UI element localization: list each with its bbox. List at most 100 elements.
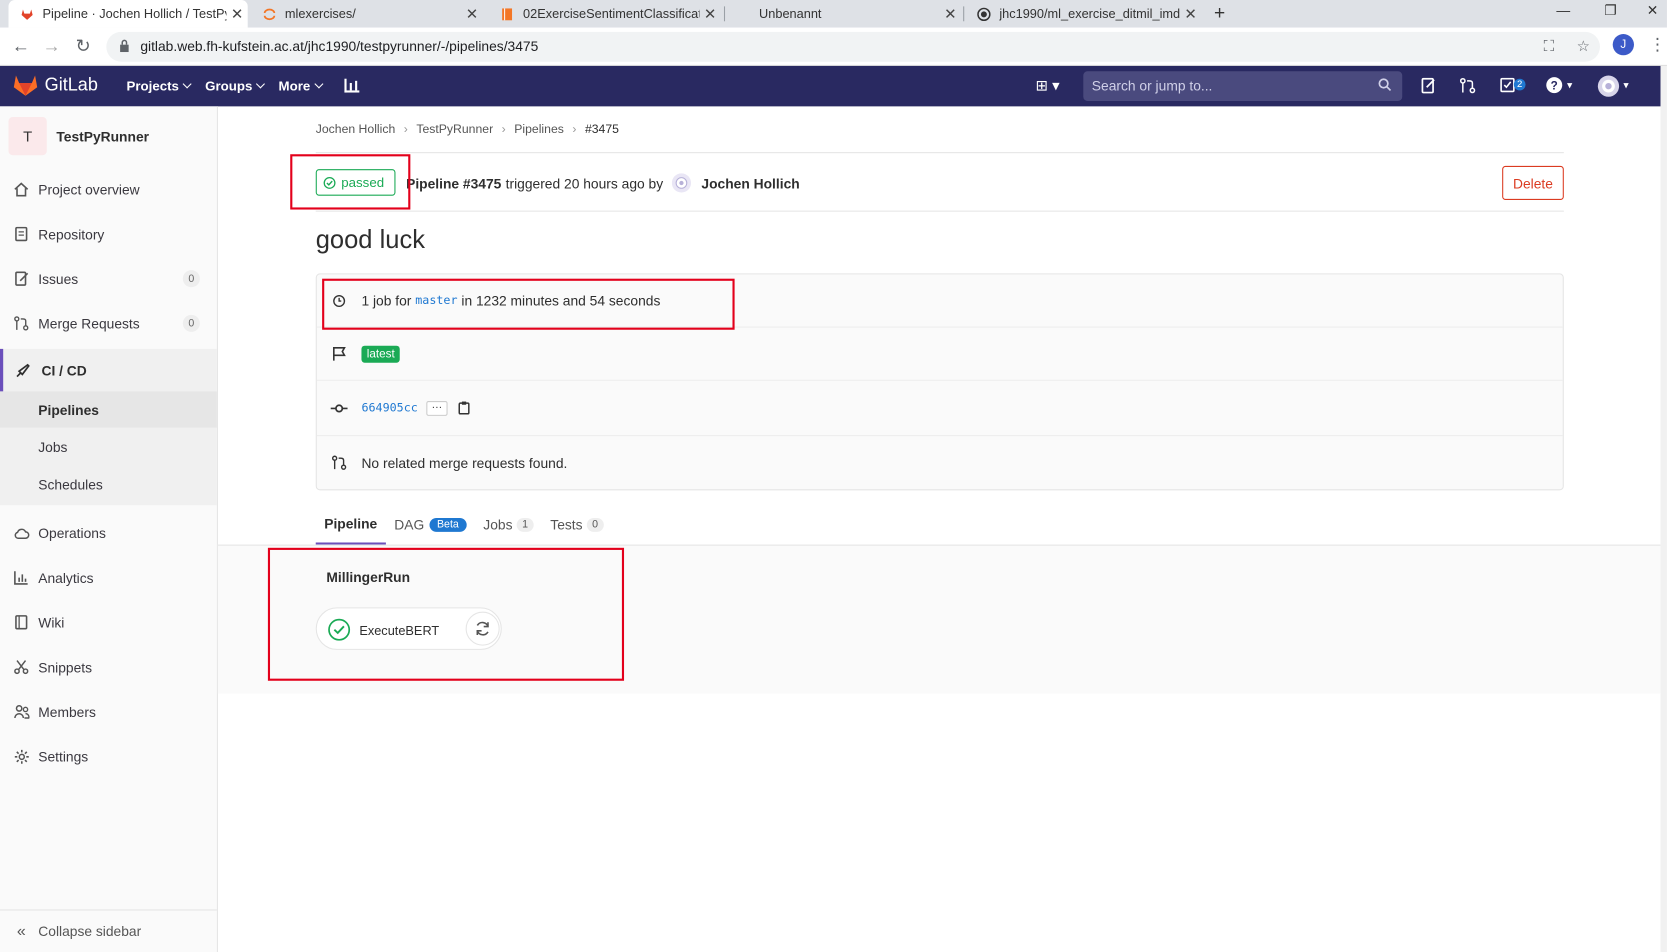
- reload-icon[interactable]: ↻: [75, 36, 90, 57]
- browser-tab-notebook[interactable]: 02ExerciseSentimentClassificatio ✕: [489, 0, 721, 28]
- forward-icon[interactable]: →: [43, 36, 61, 57]
- flag-icon: [317, 346, 362, 361]
- page-scrollbar[interactable]: [1660, 65, 1667, 952]
- sidebar-item-snippets[interactable]: Snippets: [0, 648, 217, 686]
- help-icon[interactable]: ?: [1546, 77, 1563, 94]
- todo-icon[interactable]: [1500, 77, 1515, 93]
- breadcrumb-user[interactable]: Jochen Hollich: [316, 123, 396, 136]
- collapse-sidebar-button[interactable]: « Collapse sidebar: [0, 909, 217, 952]
- window-close-icon[interactable]: ✕: [1647, 2, 1659, 19]
- ellipsis-button[interactable]: ···: [426, 400, 448, 416]
- issues-icon[interactable]: [1421, 77, 1436, 94]
- back-icon[interactable]: ←: [12, 36, 30, 57]
- breadcrumb-pipelines[interactable]: Pipelines: [514, 123, 564, 136]
- browser-tab-unbenannt[interactable]: Unbenannt ✕: [729, 0, 961, 28]
- sidebar-item-label: Repository: [38, 226, 105, 242]
- sidebar-item-label: Issues: [38, 270, 79, 287]
- nav-groups[interactable]: Groups: [205, 79, 264, 94]
- user-avatar-icon[interactable]: [1597, 74, 1620, 97]
- subnav-item-jobs[interactable]: Jobs: [38, 439, 67, 455]
- breadcrumb-project[interactable]: TestPyRunner: [416, 123, 493, 136]
- sidebar-item-label: Members: [38, 703, 96, 720]
- search-input[interactable]: Search or jump to...: [1083, 71, 1403, 102]
- tab-divider: [723, 6, 726, 22]
- close-icon[interactable]: ✕: [461, 5, 482, 23]
- jupyter-favicon-icon: [262, 6, 277, 21]
- issues-count-badge: 0: [182, 270, 200, 288]
- close-icon[interactable]: ✕: [226, 5, 247, 23]
- sidebar-item-label: Project overview: [38, 181, 140, 198]
- commit-row: 664905cc ···: [316, 381, 1563, 437]
- sidebar-item-settings[interactable]: Settings: [0, 737, 217, 775]
- sidebar-item-label: Snippets: [38, 658, 93, 675]
- tab-title: Unbenannt: [759, 6, 822, 22]
- search-placeholder: Search or jump to...: [1091, 77, 1213, 94]
- sidebar-item-ci-cd[interactable]: CI / CD: [0, 348, 217, 392]
- new-tab-icon[interactable]: +: [1214, 2, 1225, 24]
- browser-tab-github[interactable]: jhc1990/ml_exercise_ditmil_imdb ✕: [965, 0, 1201, 28]
- browser-tab-pipeline[interactable]: Pipeline · Jochen Hollich / TestPy ✕: [8, 0, 248, 28]
- pipeline-tabs: Pipeline DAG Beta Jobs 1 Tests 0: [315, 504, 612, 545]
- close-icon[interactable]: ✕: [1180, 5, 1201, 23]
- chart-icon: [0, 570, 38, 585]
- project-header[interactable]: T TestPyRunner: [8, 117, 149, 156]
- chevron-right-icon: ›: [572, 123, 577, 137]
- merge-requests-count-badge: 0: [182, 314, 200, 332]
- restore-icon[interactable]: ❐: [1604, 2, 1616, 19]
- sidebar-item-members[interactable]: Members: [0, 692, 217, 730]
- delete-button[interactable]: Delete: [1502, 165, 1564, 200]
- merge-request-icon[interactable]: [1459, 77, 1476, 94]
- nav-more[interactable]: More: [279, 79, 322, 94]
- tab-label: DAG: [394, 516, 425, 533]
- plus-square-icon[interactable]: ⊞ ▾: [1035, 77, 1059, 95]
- gitlab-logo[interactable]: GitLab: [13, 73, 98, 96]
- triggered-text: triggered 20 hours ago by: [505, 174, 664, 191]
- browser-menu-icon[interactable]: ⋮: [1649, 34, 1666, 55]
- sidebar-item-wiki[interactable]: Wiki: [0, 603, 217, 641]
- browser-tab-mlexercises[interactable]: mlexercises/ ✕: [251, 0, 483, 28]
- screen: Pipeline · Jochen Hollich / TestPy ✕ mle…: [0, 0, 1667, 952]
- user-link[interactable]: Jochen Hollich: [701, 175, 799, 191]
- merge-icon: [317, 455, 362, 470]
- star-icon[interactable]: ☆: [1577, 37, 1590, 55]
- translate-icon[interactable]: ⛶: [1544, 37, 1554, 55]
- user-avatar[interactable]: [671, 173, 691, 193]
- copy-clipboard-icon[interactable]: [458, 401, 470, 415]
- address-bar[interactable]: gitlab.web.fh-kufstein.ac.at/jhc1990/tes…: [106, 31, 1600, 62]
- subnav-item-schedules[interactable]: Schedules: [38, 477, 103, 493]
- tab-title: mlexercises/: [284, 6, 356, 22]
- nav-projects[interactable]: Projects: [127, 79, 191, 94]
- tab-tests[interactable]: Tests 0: [542, 504, 612, 544]
- book-icon: [0, 615, 38, 630]
- tab-label: Jobs: [483, 516, 513, 533]
- minimize-icon[interactable]: —: [1556, 2, 1570, 18]
- subnav-selected-background: [0, 391, 217, 428]
- activity-chart-icon[interactable]: [343, 78, 360, 94]
- sidebar-item-issues[interactable]: Issues 0: [0, 260, 217, 298]
- close-icon[interactable]: ✕: [700, 5, 721, 23]
- tab-pipeline[interactable]: Pipeline: [315, 504, 386, 545]
- svg-text:?: ?: [1551, 79, 1558, 92]
- pipeline-info: Pipeline #3475 triggered 20 hours ago by…: [406, 173, 804, 193]
- close-icon[interactable]: ✕: [940, 5, 961, 23]
- sidebar-item-merge-requests[interactable]: Merge Requests 0: [0, 304, 217, 342]
- annotation-box: [267, 547, 625, 681]
- breadcrumb-current[interactable]: #3475: [585, 123, 619, 136]
- url-text: gitlab.web.fh-kufstein.ac.at/jhc1990/tes…: [140, 38, 539, 55]
- sidebar-item-analytics[interactable]: Analytics: [0, 558, 217, 596]
- double-chevron-left-icon: «: [16, 922, 26, 941]
- sidebar-item-operations[interactable]: Operations: [0, 514, 217, 552]
- sidebar-item-repository[interactable]: Repository: [0, 215, 217, 253]
- tab-jobs[interactable]: Jobs 1: [475, 504, 542, 544]
- sidebar-item-project-overview[interactable]: Project overview: [0, 170, 217, 208]
- subnav-item-pipelines[interactable]: Pipelines: [38, 402, 99, 418]
- project-avatar: T: [8, 117, 47, 156]
- commit-sha-link[interactable]: 664905cc: [361, 401, 417, 415]
- project-sidebar: T TestPyRunner Project overview Reposito…: [0, 106, 218, 952]
- profile-avatar[interactable]: J: [1612, 34, 1634, 56]
- gitlab-logo-icon: [13, 75, 38, 96]
- chevron-down-icon: ▾: [1567, 79, 1573, 92]
- tab-dag[interactable]: DAG Beta: [386, 504, 475, 544]
- breadcrumb: Jochen Hollich › TestPyRunner › Pipeline…: [316, 123, 619, 136]
- merge-request-text: No related merge requests found.: [361, 454, 568, 471]
